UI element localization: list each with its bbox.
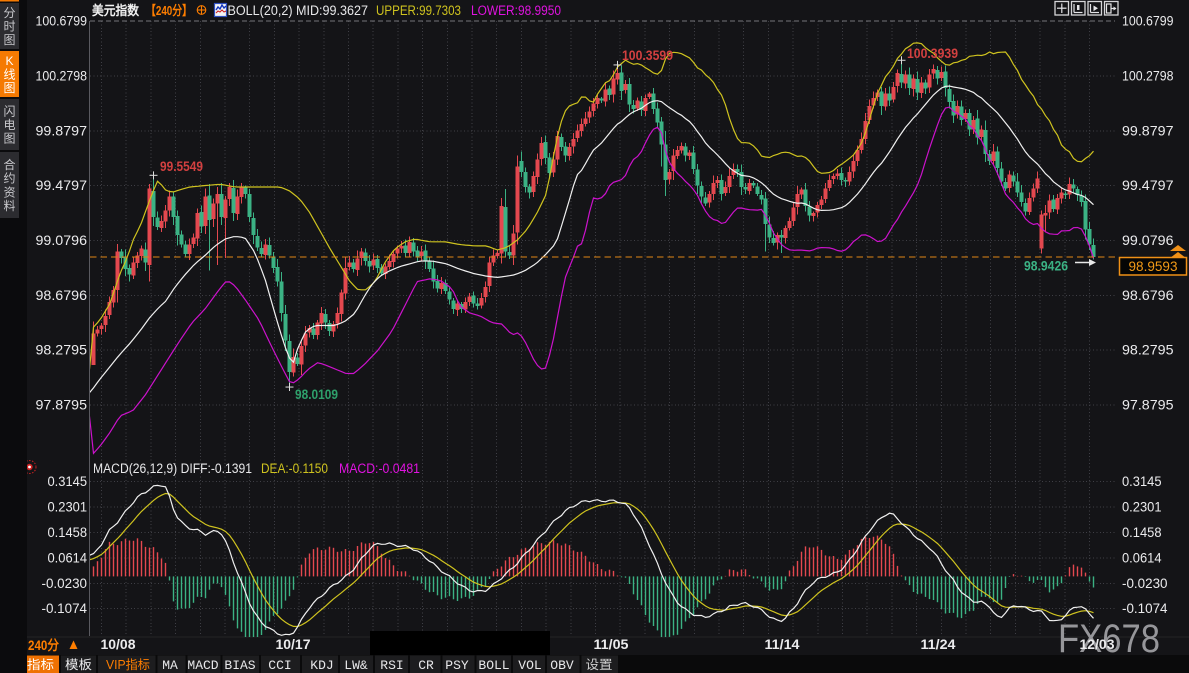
svg-text:BIAS: BIAS	[224, 658, 255, 673]
svg-text:闪: 闪	[3, 104, 15, 118]
svg-text:MACD: MACD	[187, 658, 218, 673]
svg-text:0.0614: 0.0614	[1122, 550, 1162, 565]
svg-text:100.2798: 100.2798	[36, 68, 88, 83]
svg-text:0.1458: 0.1458	[48, 525, 88, 540]
svg-text:设置: 设置	[586, 657, 613, 672]
svg-text:99.4797: 99.4797	[1122, 178, 1174, 193]
svg-text:线: 线	[3, 68, 15, 82]
svg-text:BOLL: BOLL	[478, 658, 509, 673]
svg-text:合: 合	[3, 157, 15, 172]
svg-text:VIP指标: VIP指标	[106, 657, 150, 672]
svg-text:98.0109: 98.0109	[295, 387, 338, 402]
svg-text:99.4797: 99.4797	[36, 178, 88, 193]
svg-text:-0.0230: -0.0230	[42, 576, 88, 591]
svg-text:PSY: PSY	[445, 658, 469, 673]
svg-text:-0.1074: -0.1074	[42, 601, 88, 616]
svg-text:99.0796: 99.0796	[1122, 233, 1174, 248]
svg-text:CR: CR	[418, 658, 434, 673]
svg-text:98.6796: 98.6796	[36, 288, 88, 303]
svg-text:10/08: 10/08	[101, 637, 136, 652]
svg-text:99.8797: 99.8797	[36, 123, 88, 138]
svg-text:100.3599: 100.3599	[622, 48, 673, 63]
svg-text:97.8795: 97.8795	[1122, 398, 1174, 413]
svg-text:指标: 指标	[27, 657, 54, 672]
svg-text:11/05: 11/05	[594, 637, 630, 652]
svg-text:100.2798: 100.2798	[1122, 68, 1174, 83]
svg-text:MACD(26,12,9) DIFF:-0.1391: MACD(26,12,9) DIFF:-0.1391	[93, 461, 252, 476]
svg-text:99.5549: 99.5549	[160, 159, 203, 174]
svg-text:99.8797: 99.8797	[1122, 123, 1174, 138]
svg-text:图: 图	[3, 33, 15, 47]
svg-text:KDJ: KDJ	[310, 658, 333, 673]
svg-text:-0.0230: -0.0230	[1122, 576, 1168, 591]
svg-text:0.3145: 0.3145	[1122, 474, 1162, 489]
svg-text:OBV: OBV	[550, 658, 574, 673]
svg-text:时: 时	[3, 20, 15, 34]
svg-text:11/14: 11/14	[765, 637, 801, 652]
svg-text:97.8795: 97.8795	[36, 398, 88, 413]
svg-text:LW&: LW&	[344, 658, 368, 673]
svg-text:模板: 模板	[65, 658, 93, 672]
svg-text:UPPER:99.7303: UPPER:99.7303	[376, 3, 461, 18]
svg-text:98.2795: 98.2795	[36, 343, 88, 358]
svg-text:0.2301: 0.2301	[1122, 500, 1162, 515]
svg-text:CCI: CCI	[268, 658, 291, 673]
svg-text:【240分】: 【240分】	[146, 3, 192, 18]
svg-text:资: 资	[3, 185, 15, 199]
svg-text:240分: 240分	[28, 638, 59, 653]
svg-text:0.3145: 0.3145	[48, 474, 88, 489]
svg-text:100.6799: 100.6799	[36, 14, 88, 29]
svg-text:100.6799: 100.6799	[1122, 14, 1174, 29]
svg-text:0.0614: 0.0614	[48, 550, 88, 565]
svg-text:RSI: RSI	[380, 658, 403, 673]
svg-text:分: 分	[3, 6, 15, 20]
svg-text:10/17: 10/17	[276, 637, 311, 652]
svg-text:约: 约	[3, 171, 15, 186]
svg-text:BOLL(20,2) MID:99.3627: BOLL(20,2) MID:99.3627	[228, 3, 369, 18]
svg-text:0.2301: 0.2301	[48, 500, 88, 515]
svg-text:K: K	[5, 54, 13, 68]
svg-text:-0.1074: -0.1074	[1122, 601, 1168, 616]
svg-text:LOWER:98.9950: LOWER:98.9950	[471, 3, 561, 18]
svg-text:98.9593: 98.9593	[1129, 259, 1178, 274]
svg-text:DEA:-0.1150: DEA:-0.1150	[261, 461, 328, 476]
svg-text:0.1458: 0.1458	[1122, 525, 1162, 540]
svg-text:MA: MA	[162, 658, 178, 673]
svg-text:12/03: 12/03	[1080, 637, 1115, 652]
svg-text:11/24: 11/24	[921, 637, 957, 652]
svg-text:98.2795: 98.2795	[1122, 343, 1174, 358]
svg-text:99.0796: 99.0796	[36, 233, 88, 248]
svg-text:电: 电	[3, 118, 15, 132]
svg-text:图: 图	[3, 81, 15, 95]
svg-text:98.9426: 98.9426	[1024, 259, 1068, 274]
svg-text:美元指数: 美元指数	[92, 3, 140, 18]
svg-text:98.6796: 98.6796	[1122, 288, 1174, 303]
svg-text:图: 图	[3, 132, 15, 146]
svg-text:料: 料	[3, 199, 15, 213]
svg-text:100.3939: 100.3939	[907, 46, 958, 61]
svg-text:VOL: VOL	[518, 658, 541, 673]
svg-text:MACD:-0.0481: MACD:-0.0481	[339, 461, 420, 476]
